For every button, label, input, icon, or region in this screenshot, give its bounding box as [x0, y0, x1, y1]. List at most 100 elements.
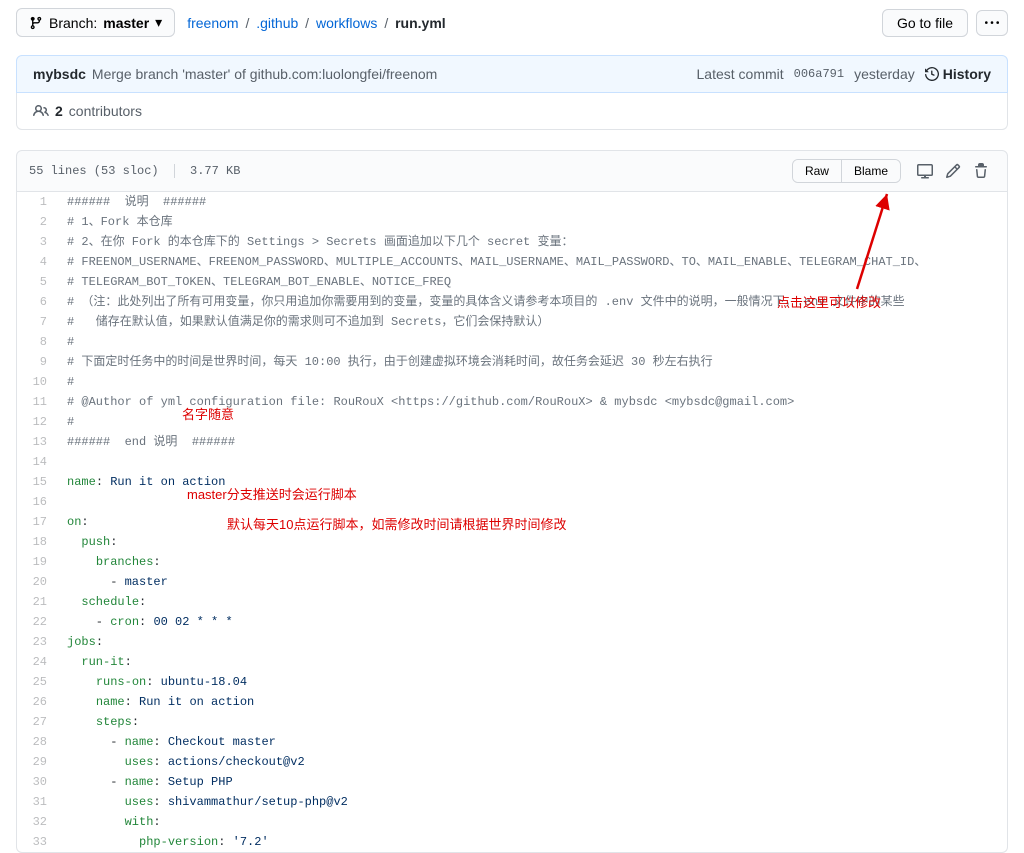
- code-line: 30 - name: Setup PHP: [17, 772, 1007, 792]
- latest-commit-label: Latest commit: [697, 66, 784, 82]
- line-number[interactable]: 8: [17, 332, 57, 352]
- history-icon: [925, 67, 939, 81]
- code-viewer: 1###### 说明 ######2# 1、Fork 本仓库3# 2、在你 Fo…: [16, 192, 1008, 853]
- line-number[interactable]: 27: [17, 712, 57, 732]
- code-line: 14: [17, 452, 1007, 472]
- line-number[interactable]: 7: [17, 312, 57, 332]
- line-content: # TELEGRAM_BOT_TOKEN、TELEGRAM_BOT_ENABLE…: [57, 272, 1007, 292]
- line-number[interactable]: 32: [17, 812, 57, 832]
- code-line: 15name: Run it on action: [17, 472, 1007, 492]
- line-content: # 下面定时任务中的时间是世界时间，每天 10:00 执行，由于创建虚拟环境会消…: [57, 352, 1007, 372]
- line-number[interactable]: 20: [17, 572, 57, 592]
- desktop-icon: [917, 163, 933, 179]
- line-number[interactable]: 29: [17, 752, 57, 772]
- line-number[interactable]: 17: [17, 512, 57, 532]
- kebab-icon: [985, 16, 999, 30]
- line-number[interactable]: 13: [17, 432, 57, 452]
- line-number[interactable]: 26: [17, 692, 57, 712]
- line-content: - master: [57, 572, 1007, 592]
- branch-label: Branch:: [49, 15, 97, 31]
- branch-selector[interactable]: Branch: master ▾: [16, 8, 175, 37]
- line-number[interactable]: 16: [17, 492, 57, 512]
- line-content: jobs:: [57, 632, 1007, 652]
- code-line: 25 runs-on: ubuntu-18.04: [17, 672, 1007, 692]
- line-number[interactable]: 2: [17, 212, 57, 232]
- line-number[interactable]: 4: [17, 252, 57, 272]
- goto-file-button[interactable]: Go to file: [882, 9, 968, 37]
- history-link[interactable]: History: [925, 66, 991, 82]
- line-content: # 2、在你 Fork 的本仓库下的 Settings > Secrets 画面…: [57, 232, 1007, 252]
- commit-message[interactable]: Merge branch 'master' of github.com:luol…: [92, 66, 437, 82]
- line-content: branches:: [57, 552, 1007, 572]
- line-number[interactable]: 21: [17, 592, 57, 612]
- code-line: 4# FREENOM_USERNAME、FREENOM_PASSWORD、MUL…: [17, 252, 1007, 272]
- code-line: 31 uses: shivammathur/setup-php@v2: [17, 792, 1007, 812]
- line-content: # FREENOM_USERNAME、FREENOM_PASSWORD、MULT…: [57, 252, 1007, 272]
- raw-button[interactable]: Raw: [793, 160, 842, 182]
- breadcrumb-p2[interactable]: workflows: [316, 15, 377, 31]
- annotation-cron: 默认每天10点运行脚本，如需修改时间请根据世界时间修改: [227, 514, 566, 533]
- line-number[interactable]: 12: [17, 412, 57, 432]
- line-content: #: [57, 372, 1007, 392]
- code-line: 2# 1、Fork 本仓库: [17, 212, 1007, 232]
- line-number[interactable]: 30: [17, 772, 57, 792]
- code-line: 21 schedule:: [17, 592, 1007, 612]
- code-line: 24 run-it:: [17, 652, 1007, 672]
- file-header-row: Branch: master ▾ freenom / .github / wor…: [16, 0, 1008, 45]
- code-line: 8#: [17, 332, 1007, 352]
- commit-time: yesterday: [854, 66, 915, 82]
- line-number[interactable]: 3: [17, 232, 57, 252]
- line-number[interactable]: 11: [17, 392, 57, 412]
- line-number[interactable]: 14: [17, 452, 57, 472]
- line-number[interactable]: 23: [17, 632, 57, 652]
- code-line: 20 - master: [17, 572, 1007, 592]
- commit-author[interactable]: mybsdc: [33, 66, 86, 82]
- code-line: 16: [17, 492, 1007, 512]
- breadcrumb: freenom / .github / workflows / run.yml: [187, 15, 445, 31]
- code-line: 11# @Author of yml configuration file: R…: [17, 392, 1007, 412]
- line-number[interactable]: 9: [17, 352, 57, 372]
- line-number[interactable]: 25: [17, 672, 57, 692]
- line-number[interactable]: 31: [17, 792, 57, 812]
- line-number[interactable]: 15: [17, 472, 57, 492]
- code-line: 26 name: Run it on action: [17, 692, 1007, 712]
- line-content: with:: [57, 812, 1007, 832]
- code-line: 22 - cron: 00 02 * * *: [17, 612, 1007, 632]
- line-content: schedule:: [57, 592, 1007, 612]
- file-lines: 55 lines (53 sloc): [29, 164, 159, 178]
- code-line: 27 steps:: [17, 712, 1007, 732]
- line-number[interactable]: 28: [17, 732, 57, 752]
- latest-commit-bar: mybsdc Merge branch 'master' of github.c…: [16, 55, 1008, 93]
- line-content: push:: [57, 532, 1007, 552]
- desktop-button[interactable]: [911, 159, 939, 183]
- file-info: 55 lines (53 sloc) 3.77 KB: [29, 164, 240, 178]
- code-line: 7# 储存在默认值，如果默认值满足你的需求则可不追加到 Secrets，它们会保…: [17, 312, 1007, 332]
- line-number[interactable]: 1: [17, 192, 57, 212]
- delete-button[interactable]: [967, 159, 995, 183]
- code-line: 10#: [17, 372, 1007, 392]
- blame-button[interactable]: Blame: [842, 160, 900, 182]
- line-number[interactable]: 19: [17, 552, 57, 572]
- line-number[interactable]: 18: [17, 532, 57, 552]
- line-number[interactable]: 10: [17, 372, 57, 392]
- line-number[interactable]: 33: [17, 832, 57, 852]
- breadcrumb-p1[interactable]: .github: [256, 15, 298, 31]
- code-line: 19 branches:: [17, 552, 1007, 572]
- line-number[interactable]: 6: [17, 292, 57, 312]
- line-number[interactable]: 22: [17, 612, 57, 632]
- line-number[interactable]: 24: [17, 652, 57, 672]
- line-content: uses: actions/checkout@v2: [57, 752, 1007, 772]
- commit-hash[interactable]: 006a791: [794, 67, 844, 81]
- line-number[interactable]: 5: [17, 272, 57, 292]
- line-content: ###### end 说明 ######: [57, 432, 1007, 452]
- kebab-menu-button[interactable]: [976, 10, 1008, 36]
- line-content: runs-on: ubuntu-18.04: [57, 672, 1007, 692]
- contributors-label: contributors: [69, 103, 142, 119]
- line-content: ###### 说明 ######: [57, 192, 1007, 212]
- git-branch-icon: [29, 16, 43, 30]
- breadcrumb-root[interactable]: freenom: [187, 15, 238, 31]
- line-content: steps:: [57, 712, 1007, 732]
- contributors-count: 2: [55, 103, 63, 119]
- line-content: uses: shivammathur/setup-php@v2: [57, 792, 1007, 812]
- edit-button[interactable]: [939, 159, 967, 183]
